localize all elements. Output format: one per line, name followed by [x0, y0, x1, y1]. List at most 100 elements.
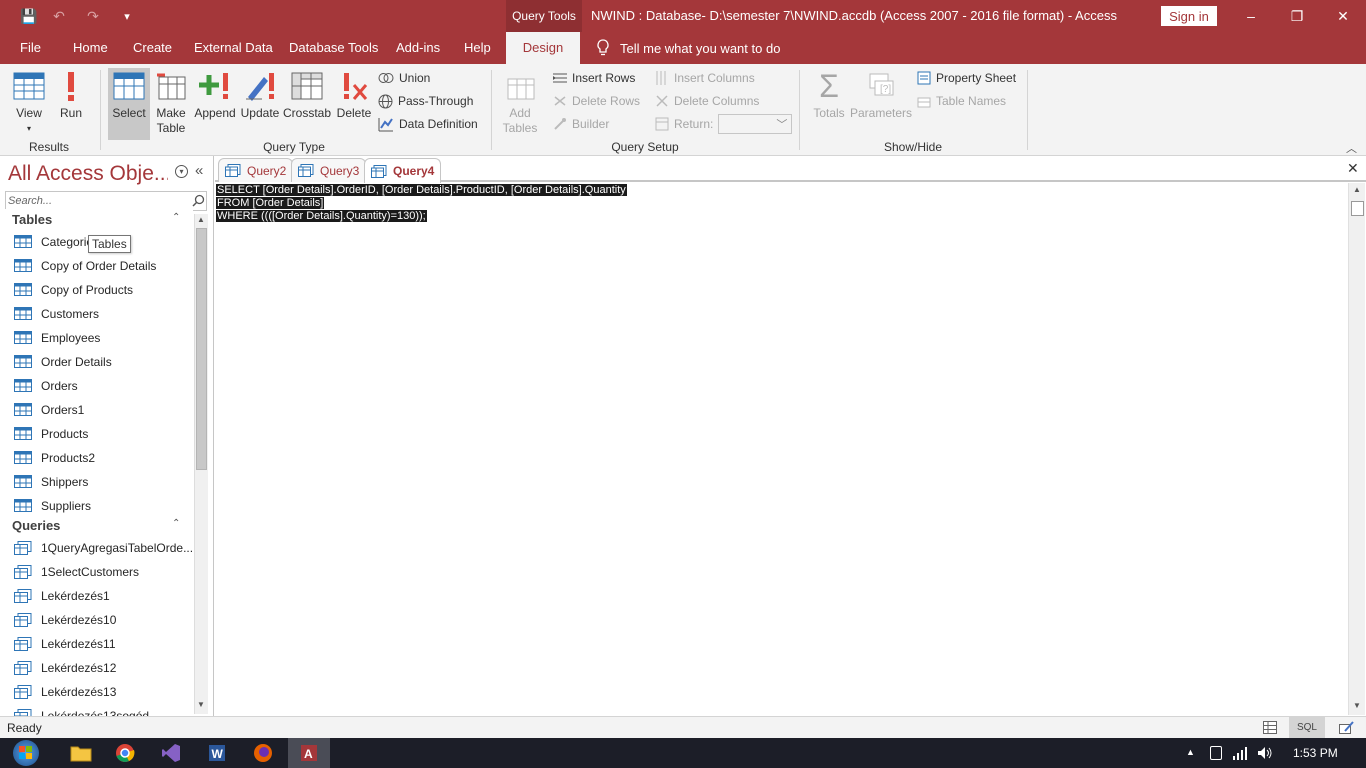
query-item[interactable]: 1SelectCustomers — [0, 560, 193, 584]
delete-query-button[interactable]: Delete — [334, 68, 374, 138]
tab-home[interactable]: Home — [73, 32, 108, 64]
collapse-section-icon[interactable]: ⌃ — [172, 518, 180, 529]
close-button[interactable]: ✕ — [1320, 0, 1366, 32]
table-item[interactable]: Employees — [0, 326, 193, 350]
query-item[interactable]: Lekérdezés1 — [0, 584, 193, 608]
restore-button[interactable]: ❐ — [1274, 0, 1320, 32]
shutter-bar-icon[interactable]: « — [195, 162, 203, 179]
doc-tab-query4[interactable]: Query4 — [364, 158, 442, 183]
minimize-button[interactable]: – — [1228, 0, 1274, 32]
pass-through-button[interactable]: Pass-Through — [378, 91, 473, 111]
network-icon[interactable] — [1233, 746, 1249, 760]
design-view-icon[interactable] — [1339, 721, 1354, 734]
union-button[interactable]: Union — [378, 68, 430, 88]
firefox-icon[interactable] — [242, 738, 284, 768]
volume-icon[interactable] — [1257, 746, 1273, 760]
table-item[interactable]: Copy of Order Details — [0, 254, 193, 278]
run-button[interactable]: Run — [54, 68, 88, 138]
tab-help[interactable]: Help — [464, 32, 491, 64]
close-document-icon[interactable]: ✕ — [1347, 160, 1359, 177]
table-names-button[interactable]: Table Names — [917, 91, 1006, 111]
tables-section-header[interactable]: Tables ⌃ — [0, 209, 193, 231]
table-item[interactable]: Order Details — [0, 350, 193, 374]
chrome-icon[interactable] — [104, 738, 146, 768]
doc-tab-query3[interactable]: Query3 — [291, 158, 367, 182]
datasheet-view-icon[interactable] — [1263, 721, 1277, 734]
device-icon[interactable] — [1210, 746, 1222, 760]
table-item-label: Shippers — [41, 475, 89, 489]
view-button[interactable]: View ▾ — [8, 68, 50, 138]
nav-pane-title[interactable]: All Access Obje... — [8, 162, 168, 186]
tab-file[interactable]: File — [20, 32, 41, 64]
append-button[interactable]: Append — [192, 68, 238, 138]
show-hidden-icons[interactable]: ▲ — [1186, 747, 1195, 757]
delete-columns-icon — [656, 95, 668, 107]
tab-design[interactable]: Design — [506, 32, 580, 64]
save-icon[interactable]: 💾 — [18, 6, 40, 26]
nav-scrollbar[interactable]: ▲ ▼ — [194, 214, 208, 714]
customize-qat-icon[interactable]: ▾ — [116, 6, 138, 26]
totals-button[interactable]: Σ Totals — [810, 68, 848, 138]
doc-tab-query2[interactable]: Query2 — [218, 158, 294, 182]
editor-scrollbar[interactable]: ▲ ▼ — [1348, 183, 1365, 715]
crosstab-button[interactable]: Crosstab — [283, 68, 331, 138]
builder-button[interactable]: Builder — [553, 114, 609, 134]
query-item[interactable]: Lekérdezés13 — [0, 680, 193, 704]
builder-icon — [554, 118, 566, 130]
word-icon[interactable]: W — [196, 738, 238, 768]
make-table-button[interactable]: Make Table — [153, 68, 189, 138]
scroll-down-icon[interactable]: ▼ — [1353, 701, 1361, 710]
nav-search-input[interactable]: Search... — [5, 191, 207, 211]
table-item[interactable]: Customers — [0, 302, 193, 326]
collapse-section-icon[interactable]: ⌃ — [172, 212, 180, 223]
table-item[interactable]: Products2 — [0, 446, 193, 470]
sign-in-button[interactable]: Sign in — [1161, 6, 1217, 26]
delete-columns-button[interactable]: Delete Columns — [655, 91, 759, 111]
clock[interactable]: 1:53 PM — [1293, 746, 1338, 760]
scroll-thumb[interactable] — [1351, 201, 1364, 216]
add-tables-button[interactable]: Add Tables — [500, 68, 540, 138]
select-query-button[interactable]: Select — [108, 68, 150, 140]
query-item[interactable]: Lekérdezés11 — [0, 632, 193, 656]
return-dropdown[interactable]: ﹀ — [718, 114, 793, 134]
collapse-ribbon-icon[interactable]: ︿ — [1346, 140, 1357, 156]
undo-icon[interactable]: ↶ — [48, 6, 70, 26]
tab-add-ins[interactable]: Add-ins — [396, 32, 440, 64]
redo-icon[interactable]: ↷ — [82, 6, 104, 26]
tab-database-tools[interactable]: Database Tools — [289, 32, 378, 64]
tab-create[interactable]: Create — [133, 32, 172, 64]
scroll-up-icon[interactable]: ▲ — [1353, 185, 1361, 194]
property-sheet-button[interactable]: Property Sheet — [917, 68, 1016, 88]
search-icon[interactable] — [192, 194, 205, 207]
data-definition-button[interactable]: Data Definition — [378, 114, 478, 134]
parameters-button[interactable]: [?] Parameters — [850, 68, 912, 138]
group-query-type-label: Query Type — [263, 140, 325, 154]
scroll-thumb[interactable] — [196, 228, 207, 470]
file-explorer-icon[interactable] — [60, 738, 102, 768]
queries-section-header[interactable]: Queries ⌃ — [0, 515, 193, 537]
delete-rows-button[interactable]: Delete Rows — [553, 91, 640, 111]
query-item[interactable]: Lekérdezés10 — [0, 608, 193, 632]
query-item[interactable]: 1QueryAgregasiTabelOrde... — [0, 536, 193, 560]
table-item[interactable]: Orders1 — [0, 398, 193, 422]
tell-me-box[interactable]: Tell me what you want to do — [596, 32, 780, 64]
sql-line: FROM [Order Details] — [216, 197, 1347, 210]
table-item[interactable]: Copy of Products — [0, 278, 193, 302]
scroll-up-icon[interactable]: ▲ — [197, 215, 205, 224]
access-taskbar-icon[interactable]: A — [288, 738, 330, 768]
sql-view-button[interactable]: SQL — [1289, 717, 1325, 738]
table-item[interactable]: Shippers — [0, 470, 193, 494]
table-item[interactable]: Orders — [0, 374, 193, 398]
insert-columns-button[interactable]: Insert Columns — [655, 68, 755, 88]
update-button[interactable]: Update — [238, 68, 282, 138]
sql-editor[interactable]: SELECT [Order Details].OrderID, [Order D… — [216, 183, 1347, 715]
tab-external-data[interactable]: External Data — [194, 32, 273, 64]
query-item[interactable]: Lekérdezés12 — [0, 656, 193, 680]
start-button[interactable] — [4, 738, 48, 768]
insert-rows-label: Insert Rows — [572, 71, 636, 85]
nav-menu-icon[interactable]: ▾ — [175, 165, 188, 178]
insert-rows-button[interactable]: Insert Rows — [553, 68, 635, 88]
table-item[interactable]: Products — [0, 422, 193, 446]
visual-studio-icon[interactable] — [150, 738, 192, 768]
scroll-down-icon[interactable]: ▼ — [197, 700, 205, 709]
